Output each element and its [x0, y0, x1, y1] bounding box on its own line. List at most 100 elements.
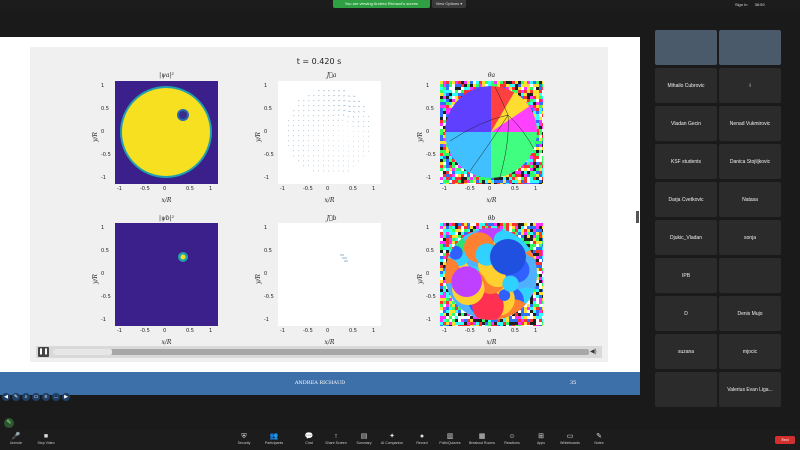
- toolbar-record-button[interactable]: ● Record: [408, 432, 436, 445]
- x-tick-label: -1: [280, 328, 285, 334]
- panel-label-psi-a: |ψa|²: [159, 72, 174, 79]
- participant-tile[interactable]: D: [655, 296, 717, 331]
- more-icon[interactable]: …: [52, 393, 60, 401]
- xlabel-j-a: x/R: [324, 197, 335, 204]
- psi-b-density-plot: [115, 223, 218, 326]
- progress-track[interactable]: [53, 349, 589, 355]
- xlabel-j-b: x/R: [324, 339, 335, 346]
- participant-tile[interactable]: [719, 258, 781, 293]
- chat-bubble-icon[interactable]: ✎: [4, 418, 14, 428]
- participant-name: D: [684, 310, 688, 317]
- search-icon[interactable]: ⌕: [22, 393, 30, 401]
- arrow-right-icon[interactable]: ▶: [62, 393, 70, 401]
- participant-name: Valerius Evan Liga...: [727, 386, 773, 393]
- participant-tile[interactable]: Natasa: [719, 182, 781, 217]
- toolbar-summary-button[interactable]: ▤ Summary: [350, 432, 378, 445]
- toolbar-icon: ▦: [478, 433, 486, 440]
- participant-tile[interactable]: suzana: [655, 334, 717, 369]
- y-tick-label: -0.5: [264, 152, 274, 158]
- toolbar-icon: ⛨: [241, 433, 247, 440]
- participant-tile[interactable]: Danica Stojiljkovic: [719, 144, 781, 179]
- x-tick-label: 1: [372, 186, 376, 192]
- participant-name: Mihailo Cubrovic: [667, 82, 705, 89]
- toolbar-stop-video-button[interactable]: ■ Stop Video: [32, 432, 60, 445]
- toolbar-share-screen-button[interactable]: ↑ Share Screen: [322, 432, 350, 445]
- share-scrollbar[interactable]: [636, 211, 639, 223]
- toolbar-chat-button[interactable]: 💬 Chat: [295, 432, 323, 445]
- toolbar-label: Chat: [305, 441, 313, 445]
- pen-icon[interactable]: ✎: [12, 393, 20, 401]
- x-tick-label: -1: [280, 186, 285, 192]
- participant-tile[interactable]: Nenad Vukmirovic: [719, 106, 781, 141]
- y-tick-label: 0: [101, 271, 105, 277]
- y-tick-label: -1: [264, 175, 269, 181]
- sign-in-link[interactable]: Sign In: [735, 2, 747, 7]
- toolbar-whiteboards-button[interactable]: ▭ Whiteboards: [556, 432, 584, 445]
- participant-tile[interactable]: Darja Cvetkovic: [655, 182, 717, 217]
- y-tick-label: -1: [264, 317, 269, 323]
- participant-tile[interactable]: Djukic_Vladan: [655, 220, 717, 255]
- x-tick-label: 1: [534, 186, 538, 192]
- arrow-left-icon[interactable]: ◀: [2, 393, 10, 401]
- x-tick-label: 0: [326, 186, 330, 192]
- screen-icon[interactable]: ▭: [32, 393, 40, 401]
- y-tick-label: -1: [426, 175, 431, 181]
- y-tick-label: 1: [426, 225, 430, 231]
- top-right-status: Sign In 38:59: [735, 0, 771, 9]
- pause-icon[interactable]: ❚❚: [38, 347, 49, 357]
- toolbar-label: Notes: [594, 441, 604, 445]
- volume-icon[interactable]: ◀): [590, 348, 600, 356]
- xlabel-theta-b: x/R: [486, 339, 497, 346]
- annotation-toolbar: ◀ ✎ ⌕ ▭ ≡… ▶: [2, 385, 72, 401]
- participant-tile[interactable]: [655, 372, 717, 407]
- toolbar-label: AI Companion: [380, 441, 404, 445]
- screen-share-banner: You are viewing Andrea Richaud's screen: [333, 0, 430, 8]
- y-tick-label: -0.5: [426, 294, 436, 300]
- panel-label-j-a: J⃗a: [326, 72, 337, 79]
- toolbar-label: Security: [237, 441, 251, 445]
- participant-tile[interactable]: IPB: [655, 258, 717, 293]
- participant-tile[interactable]: i: [719, 68, 781, 103]
- participant-tile[interactable]: Valerius Evan Liga...: [719, 372, 781, 407]
- x-tick-label: 1: [209, 328, 213, 334]
- participant-name: IPB: [681, 272, 691, 279]
- participant-name: sonja: [744, 234, 756, 241]
- y-tick-label: 0.5: [264, 106, 272, 112]
- toolbar-reactions-button[interactable]: ☺ Reactions: [498, 432, 526, 445]
- toolbar-icon: ✦: [389, 433, 395, 440]
- xlabel-psi-a: x/R: [161, 197, 172, 204]
- toolbar-participants-button[interactable]: 👥 Participants: [260, 432, 288, 445]
- j-b-current-plot: [278, 223, 381, 326]
- y-tick-label: -1: [101, 175, 106, 181]
- participant-name: Denis Mujo: [737, 310, 763, 317]
- end-meeting-button[interactable]: End: [775, 436, 795, 444]
- y-tick-label: 0.5: [101, 106, 109, 112]
- participant-tile[interactable]: KSF students: [655, 144, 717, 179]
- participant-tile[interactable]: sonja: [719, 220, 781, 255]
- toolbar-icon: ⊞: [538, 433, 544, 440]
- participant-tile[interactable]: mjocic: [719, 334, 781, 369]
- ylabel-theta-a: y/R: [417, 132, 424, 142]
- toolbar-icon: ●: [419, 433, 425, 440]
- view-options-button[interactable]: View Options ▾: [432, 0, 466, 8]
- toolbar-ai-companion-button[interactable]: ✦ AI Companion: [378, 432, 406, 445]
- x-tick-label: -0.5: [140, 186, 150, 192]
- participant-tile[interactable]: [655, 30, 717, 65]
- participant-tile[interactable]: Vladan Gecin: [655, 106, 717, 141]
- toolbar-apps-button[interactable]: ⊞ Apps: [527, 432, 555, 445]
- meeting-timer: 38:59: [754, 2, 765, 7]
- toolbar-breakout-rooms-button[interactable]: ▦ Breakout Rooms: [468, 432, 496, 445]
- x-tick-label: -0.5: [303, 186, 313, 192]
- menu-icon[interactable]: ≡: [42, 393, 50, 401]
- x-tick-label: -1: [442, 328, 447, 334]
- toolbar-unmute-button[interactable]: 🎤 Unmute: [2, 432, 30, 445]
- participant-tile[interactable]: Denis Mujo: [719, 296, 781, 331]
- toolbar-notes-button[interactable]: ✎ Notes: [585, 432, 613, 445]
- toolbar-polls-quizzes-button[interactable]: ▥ Polls/Quizzes: [436, 432, 464, 445]
- x-tick-label: 1: [534, 328, 538, 334]
- participant-tile[interactable]: Mihailo Cubrovic: [655, 68, 717, 103]
- y-tick-label: 1: [264, 225, 268, 231]
- participant-tile[interactable]: [719, 30, 781, 65]
- toolbar-security-button[interactable]: ⛨ Security: [230, 432, 258, 445]
- slide: t = 0.420 s |ψa|² J⃗a θa |ψb|² J⃗b θb x/…: [30, 47, 608, 362]
